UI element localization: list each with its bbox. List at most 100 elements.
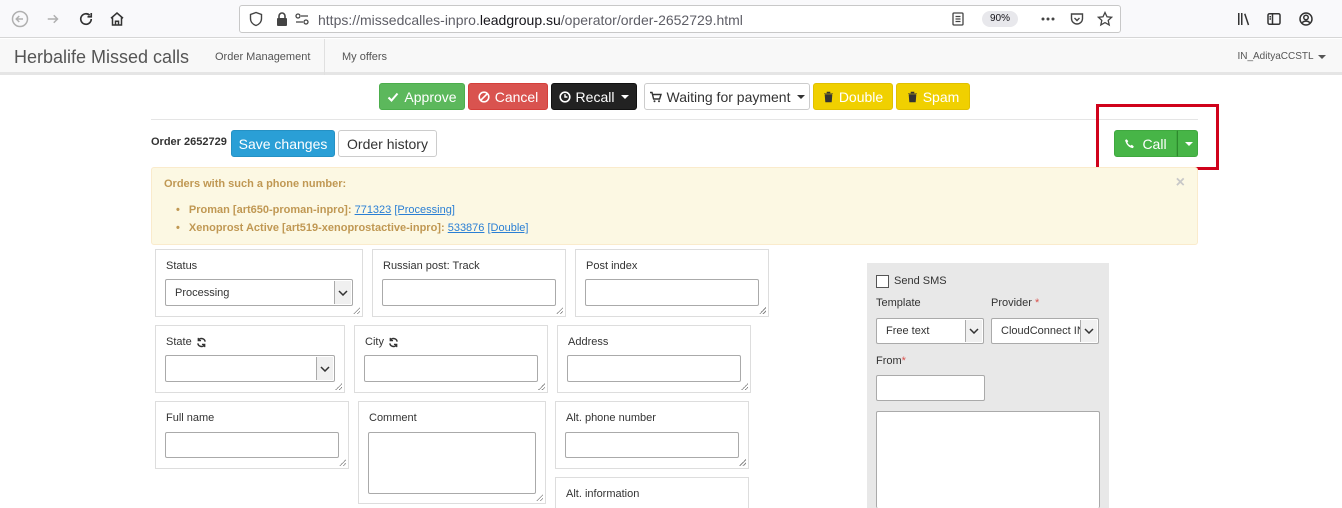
comment-textarea[interactable]: [368, 432, 536, 494]
double-label: Double: [838, 88, 884, 105]
city-input[interactable]: [364, 355, 538, 382]
nav-my-offers[interactable]: My offers: [342, 51, 387, 63]
caret-down-icon: [1318, 55, 1326, 59]
recall-label: Recall: [575, 88, 615, 105]
resize-handle[interactable]: [335, 383, 342, 390]
nav-order-management[interactable]: Order Management: [215, 51, 310, 63]
forward-arrow-icon[interactable]: [41, 7, 65, 31]
cancel-button[interactable]: Cancel: [468, 83, 548, 110]
waiting-payment-label: Waiting for payment: [666, 88, 791, 105]
send-sms-checkbox[interactable]: [876, 275, 889, 288]
approve-button[interactable]: Approve: [379, 83, 465, 110]
altinfo-label: Alt. information: [566, 488, 640, 500]
offer-name: Proman [art650-proman-inpro]: [188, 204, 348, 216]
template-label: Template: [876, 297, 921, 309]
shield-icon[interactable]: [248, 11, 264, 27]
status-value: Processing: [175, 286, 230, 299]
fullname-label: Full name: [166, 412, 215, 424]
nav-divider: [324, 39, 325, 75]
city-label-wrap: City: [365, 336, 399, 348]
status-panel: Status Processing: [155, 249, 363, 317]
send-sms-label: Send SMS: [894, 275, 947, 287]
home-icon[interactable]: [105, 7, 129, 31]
zoom-level-badge[interactable]: 90%: [982, 11, 1018, 27]
resize-handle[interactable]: [538, 383, 545, 390]
from-label: From: [876, 355, 902, 367]
refresh-icon[interactable]: [196, 337, 207, 348]
order-link[interactable]: 771323: [355, 204, 392, 216]
recall-button[interactable]: Recall: [551, 83, 637, 110]
cancel-label: Cancel: [494, 88, 539, 105]
altphone-input[interactable]: [565, 432, 739, 458]
cart-icon: [649, 91, 662, 102]
comment-panel: Comment: [358, 401, 546, 504]
trash-icon: [823, 91, 833, 102]
brand-title[interactable]: Herbalife Missed calls: [14, 47, 189, 68]
altphone-label: Alt. phone number: [566, 412, 656, 424]
reader-view-icon[interactable]: [950, 11, 966, 27]
state-label-wrap: State: [166, 336, 207, 348]
phone-duplicates-alert: Orders with such a phone number: × Proma…: [151, 167, 1198, 245]
provider-select[interactable]: CloudConnect IN: [991, 318, 1099, 344]
order-history-button[interactable]: Order history: [338, 130, 437, 157]
more-actions-icon[interactable]: [1040, 11, 1056, 27]
offer-name: Xenoprost Active [art519-xenoprostactive…: [188, 222, 441, 234]
fullname-input[interactable]: [165, 432, 339, 458]
app-navbar: Herbalife Missed calls Order Management …: [0, 39, 1342, 75]
pocket-icon[interactable]: [1069, 11, 1085, 27]
resize-handle[interactable]: [759, 307, 766, 314]
alert-title: Orders with such a phone number:: [164, 178, 347, 190]
waiting-payment-button[interactable]: Waiting for payment: [644, 83, 810, 110]
postindex-input[interactable]: [585, 279, 759, 306]
resize-handle[interactable]: [741, 383, 748, 390]
order-status-link[interactable]: [Double]: [487, 222, 528, 234]
template-select[interactable]: Free text: [876, 318, 984, 344]
resize-handle[interactable]: [353, 307, 360, 314]
permissions-icon[interactable]: [294, 11, 310, 27]
from-label-wrap: From*: [876, 355, 906, 367]
caret-down-icon: [621, 94, 630, 99]
state-select[interactable]: [165, 355, 335, 382]
required-mark: *: [901, 355, 906, 367]
resize-handle[interactable]: [739, 459, 746, 466]
browser-toolbar: https://missedcalles-inpro.leadgroup.su/…: [0, 0, 1342, 38]
order-number: Order 2652729: [151, 136, 227, 148]
track-label: Russian post: Track: [383, 260, 480, 272]
alert-order-item: Proman [art650-proman-inpro]: 771323 [Pr…: [176, 204, 455, 216]
comment-label: Comment: [369, 412, 417, 424]
resize-handle[interactable]: [556, 307, 563, 314]
template-value: Free text: [886, 325, 930, 337]
spam-button[interactable]: Spam: [896, 83, 970, 110]
close-icon[interactable]: ×: [1176, 174, 1185, 192]
chevron-down-icon: [334, 281, 351, 304]
url-bar[interactable]: https://missedcalles-inpro.leadgroup.su/…: [239, 5, 1121, 33]
order-status-link[interactable]: [Processing]: [394, 204, 455, 216]
lock-icon[interactable]: [274, 11, 290, 27]
address-input[interactable]: [567, 355, 741, 382]
ban-icon: [478, 90, 490, 103]
resize-handle[interactable]: [536, 494, 543, 501]
resize-handle[interactable]: [339, 459, 346, 466]
user-menu[interactable]: IN_AdityaCCSTL: [1237, 51, 1326, 62]
fullname-panel: Full name: [155, 401, 349, 469]
postindex-panel: Post index: [575, 249, 769, 317]
bookmark-star-icon[interactable]: [1097, 11, 1113, 27]
sms-message-textarea[interactable]: [876, 411, 1100, 508]
status-select[interactable]: Processing: [165, 279, 353, 306]
sidebar-icon[interactable]: [1262, 7, 1286, 31]
back-arrow-icon[interactable]: [8, 7, 32, 31]
track-input[interactable]: [382, 279, 556, 306]
order-link[interactable]: 533876: [448, 222, 485, 234]
reload-icon[interactable]: [74, 7, 98, 31]
refresh-icon[interactable]: [388, 337, 399, 348]
double-button[interactable]: Double: [813, 83, 893, 110]
trash-icon: [907, 91, 917, 102]
from-input[interactable]: [876, 375, 985, 401]
provider-label: Provider: [991, 297, 1032, 309]
account-icon[interactable]: [1294, 7, 1318, 31]
library-icon[interactable]: [1232, 7, 1256, 31]
clock-icon: [558, 90, 571, 103]
url-text[interactable]: https://missedcalles-inpro.leadgroup.su/…: [318, 12, 743, 28]
save-changes-button[interactable]: Save changes: [231, 130, 335, 157]
provider-value: CloudConnect IN: [1001, 325, 1085, 337]
